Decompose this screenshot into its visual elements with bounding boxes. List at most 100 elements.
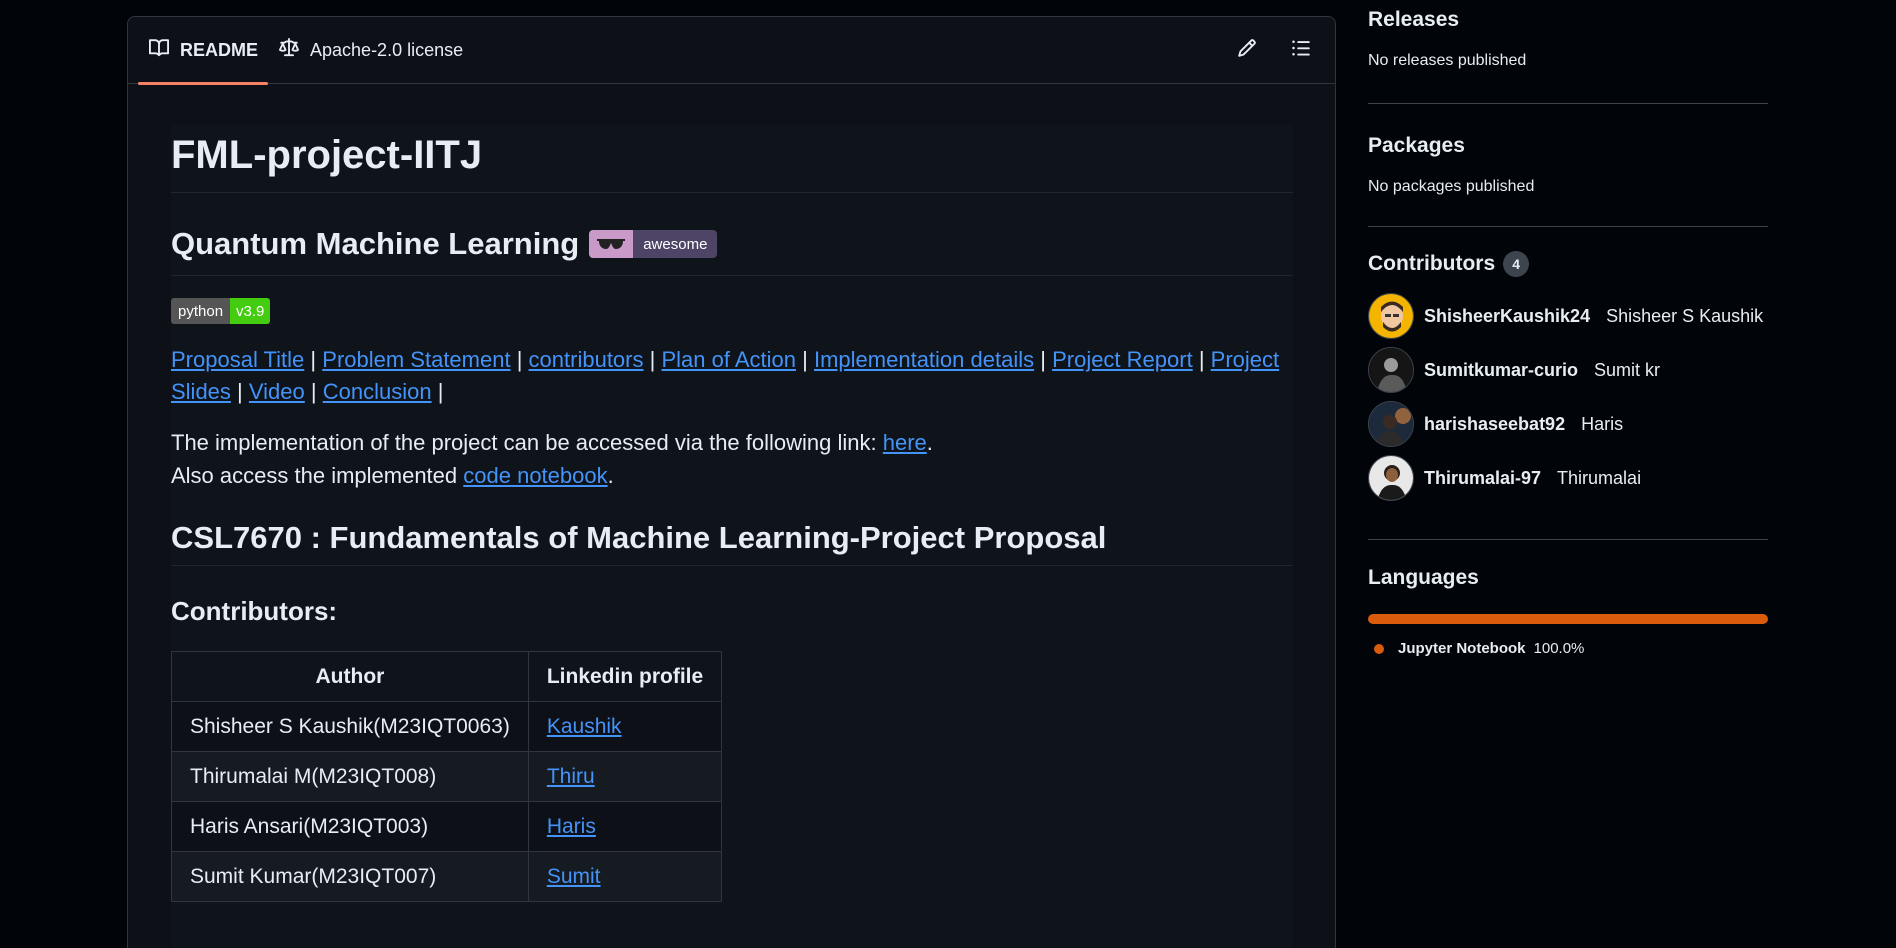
awesome-badge[interactable]: awesome bbox=[589, 230, 718, 258]
contributor-login[interactable]: Sumitkumar-curio bbox=[1424, 360, 1578, 381]
author-cell: Thirumalai M(M23IQT008) bbox=[171, 751, 529, 802]
contributor-name: Thirumalai bbox=[1557, 467, 1642, 488]
separator: | bbox=[802, 347, 808, 372]
linkedin-link[interactable]: Kaushik bbox=[547, 715, 622, 738]
course-heading: CSL7670 : Fundamentals of Machine Learni… bbox=[171, 518, 1293, 566]
link-here[interactable]: here bbox=[883, 430, 927, 455]
section-links: Proposal Title | Problem Statement | con… bbox=[171, 344, 1293, 408]
packages-empty-text: No packages published bbox=[1368, 178, 1535, 195]
table-row: Haris Ansari(M23IQT003) Haris bbox=[171, 801, 723, 852]
book-icon bbox=[148, 38, 170, 63]
author-cell: Sumit Kumar(M23IQT007) bbox=[171, 851, 529, 902]
contributor-item[interactable]: harishaseebat92 Haris bbox=[1368, 397, 1768, 451]
table-row: Sumit Kumar(M23IQT007) Sumit bbox=[171, 851, 723, 902]
python-badge-left: python bbox=[171, 298, 231, 324]
author-cell: Haris Ansari(M23IQT003) bbox=[171, 801, 529, 852]
linkedin-link[interactable]: Thiru bbox=[547, 765, 595, 788]
contributor-name: Haris bbox=[1581, 413, 1624, 434]
contributor-item[interactable]: ShisheerKaushik24 Shisheer S Kaushik bbox=[1368, 289, 1768, 343]
contributors-heading: Contributors: bbox=[171, 596, 338, 626]
languages-section: Languages Jupyter Notebook 100.0% bbox=[1368, 540, 1768, 657]
contributor-name: Sumit kr bbox=[1594, 359, 1661, 380]
language-bar bbox=[1368, 614, 1768, 624]
releases-section: Releases No releases published bbox=[1368, 0, 1768, 104]
linkedin-link[interactable]: Sumit bbox=[547, 865, 601, 888]
impl-end: . bbox=[926, 430, 933, 455]
link-conclusion[interactable]: Conclusion bbox=[323, 379, 432, 404]
contributor-item[interactable]: Thirumalai-97 Thirumalai bbox=[1368, 451, 1768, 505]
list-unordered-icon bbox=[1291, 38, 1311, 63]
table-row: Thirumalai M(M23IQT008) Thiru bbox=[171, 751, 723, 802]
contributors-count: 4 bbox=[1503, 251, 1530, 277]
separator: | bbox=[437, 379, 444, 404]
contributors-section: Contributors 4 ShisheerKaushik24 Shishee… bbox=[1368, 227, 1768, 540]
tab-license-label: Apache-2.0 license bbox=[310, 39, 464, 60]
notebook-end: . bbox=[607, 463, 614, 488]
impl-text: The implementation of the project can be… bbox=[171, 430, 883, 455]
language-percent: 100.0% bbox=[1533, 640, 1585, 657]
implementation-paragraph: The implementation of the project can be… bbox=[171, 426, 1293, 492]
separator: | bbox=[310, 347, 317, 372]
linkedin-cell: Thiru bbox=[527, 751, 723, 802]
linkedin-cell: Haris bbox=[527, 801, 723, 852]
language-name: Jupyter Notebook bbox=[1398, 640, 1526, 657]
separator: | bbox=[516, 347, 523, 372]
link-implementation-details[interactable]: Implementation details bbox=[814, 347, 1034, 372]
sunglasses-icon bbox=[589, 230, 634, 258]
tab-license[interactable]: Apache-2.0 license bbox=[268, 17, 473, 84]
separator: | bbox=[649, 347, 656, 372]
awesome-badge-label: awesome bbox=[633, 230, 718, 258]
avatar[interactable] bbox=[1368, 455, 1414, 501]
notebook-text: Also access the implemented bbox=[171, 463, 464, 488]
readme-panel: README Apache-2.0 license FML-project-II… bbox=[127, 16, 1336, 948]
header-linkedin: Linkedin profile bbox=[527, 651, 723, 702]
link-project-report[interactable]: Project Report bbox=[1052, 347, 1193, 372]
avatar[interactable] bbox=[1368, 401, 1414, 447]
contributor-item[interactable]: Sumitkumar-curio Sumit kr bbox=[1368, 343, 1768, 397]
readme-tab-bar: README Apache-2.0 license bbox=[128, 17, 1335, 85]
repo-sidebar: Releases No releases published Packages … bbox=[1368, 0, 1768, 657]
language-color-dot bbox=[1374, 643, 1384, 654]
packages-section: Packages No packages published bbox=[1368, 104, 1768, 227]
python-version-badge: python v3.9 bbox=[171, 298, 271, 324]
table-row: Shisheer S Kaushik(M23IQT0063) Kaushik bbox=[171, 701, 723, 752]
link-plan-of-action[interactable]: Plan of Action bbox=[661, 347, 796, 372]
course-heading-text: CSL7670 : Fundamentals of Machine Learni… bbox=[171, 519, 1107, 555]
packages-title[interactable]: Packages bbox=[1368, 134, 1768, 158]
separator: | bbox=[310, 379, 317, 404]
contributor-login[interactable]: Thirumalai-97 bbox=[1424, 468, 1541, 489]
contributors-title[interactable]: Contributors 4 bbox=[1368, 251, 1768, 277]
link-problem-statement[interactable]: Problem Statement bbox=[322, 347, 510, 372]
link-proposal-title[interactable]: Proposal Title bbox=[171, 347, 304, 372]
author-cell: Shisheer S Kaushik(M23IQT0063) bbox=[171, 701, 529, 752]
contributors-list: ShisheerKaushik24 Shisheer S Kaushik Sum… bbox=[1368, 289, 1768, 505]
outline-button[interactable] bbox=[1289, 38, 1313, 62]
releases-title[interactable]: Releases bbox=[1368, 8, 1768, 32]
contributor-name: Shisheer S Kaushik bbox=[1606, 305, 1764, 326]
pencil-icon bbox=[1237, 38, 1257, 63]
readme-subtitle: Quantum Machine Learning bbox=[171, 226, 580, 261]
scale-icon bbox=[278, 37, 300, 63]
readme-subtitle-heading: Quantum Machine Learning awesome bbox=[171, 223, 1293, 276]
language-item[interactable]: Jupyter Notebook 100.0% bbox=[1368, 640, 1768, 657]
page: README Apache-2.0 license FML-project-II… bbox=[0, 0, 1896, 948]
separator: | bbox=[1198, 347, 1205, 372]
separator: | bbox=[1040, 347, 1046, 372]
link-video[interactable]: Video bbox=[249, 379, 305, 404]
tab-readme[interactable]: README bbox=[138, 17, 269, 85]
avatar[interactable] bbox=[1368, 347, 1414, 393]
releases-empty-text: No releases published bbox=[1368, 52, 1527, 69]
contributor-login[interactable]: harishaseebat92 bbox=[1424, 414, 1565, 435]
contributor-login[interactable]: ShisheerKaushik24 bbox=[1424, 306, 1590, 327]
linkedin-cell: Kaushik bbox=[527, 701, 723, 752]
link-code-notebook[interactable]: code notebook bbox=[463, 463, 607, 488]
edit-file-button[interactable] bbox=[1235, 38, 1259, 62]
contributors-title-label: Contributors bbox=[1368, 252, 1496, 275]
tab-readme-label: README bbox=[180, 39, 259, 60]
header-author: Author bbox=[171, 651, 529, 702]
link-contributors[interactable]: contributors bbox=[529, 347, 644, 372]
table-header-row: Author Linkedin profile bbox=[171, 651, 723, 702]
avatar[interactable] bbox=[1368, 293, 1414, 339]
languages-title: Languages bbox=[1368, 566, 1479, 589]
linkedin-link[interactable]: Haris bbox=[547, 815, 596, 838]
